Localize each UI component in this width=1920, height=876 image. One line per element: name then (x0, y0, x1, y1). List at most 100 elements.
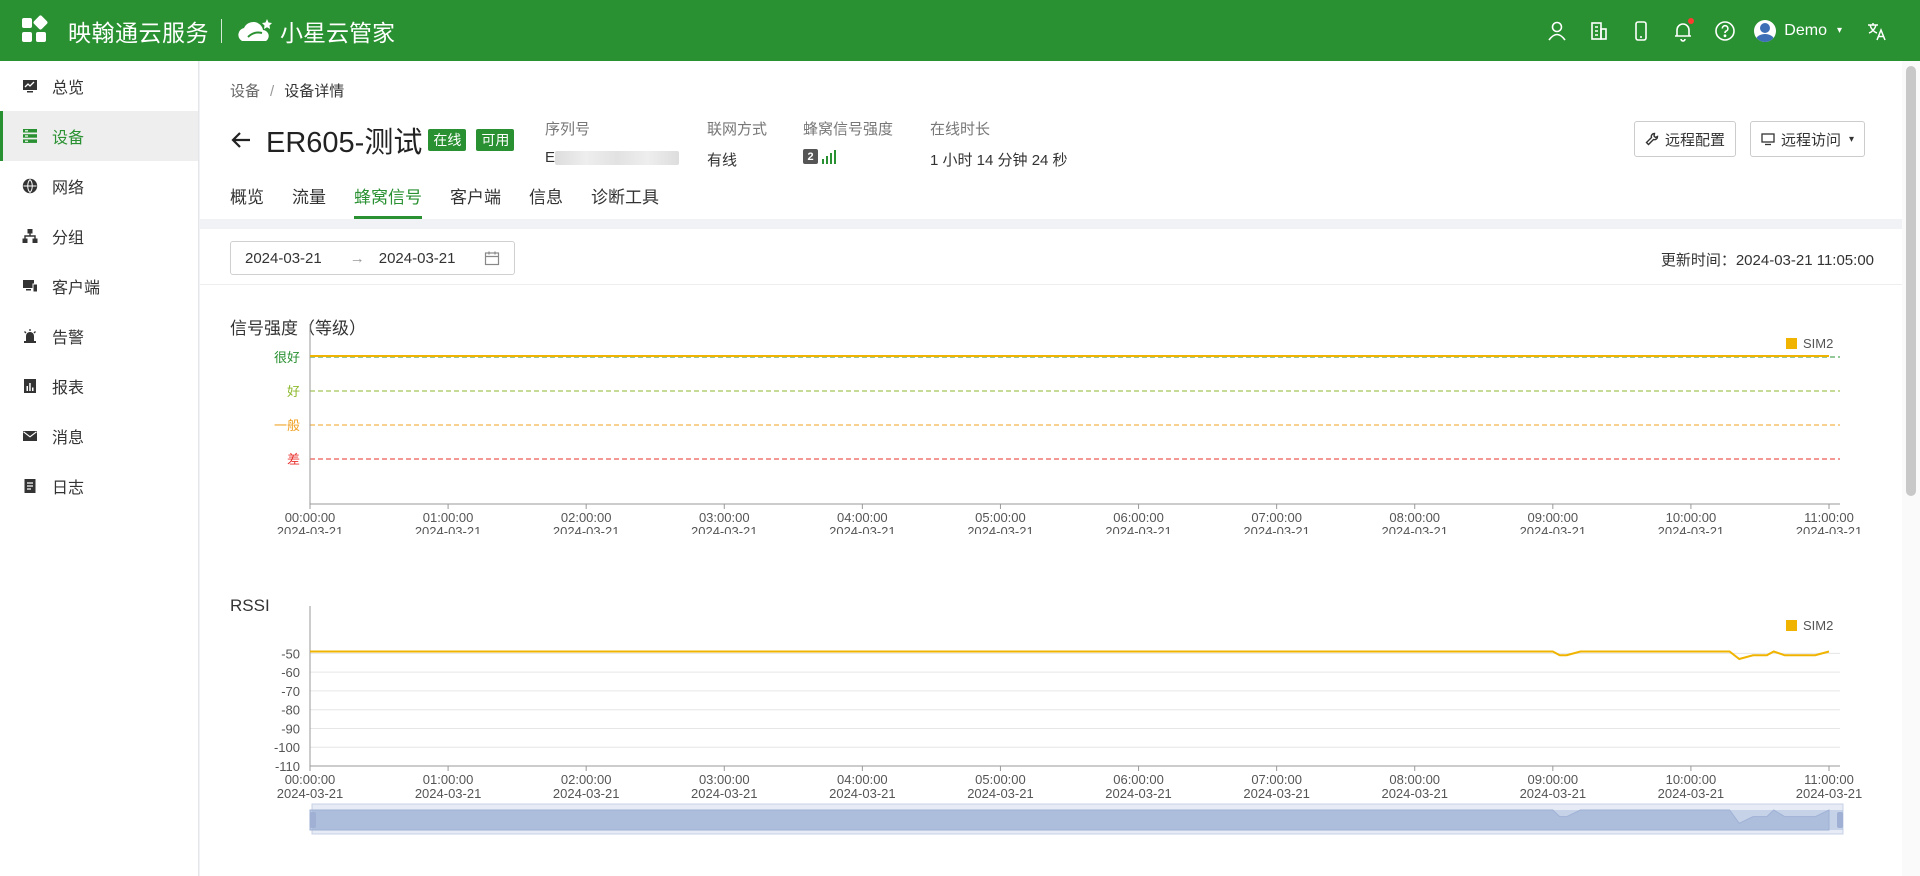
notification-bell-icon[interactable] (1662, 11, 1704, 51)
network-label: 联网方式 (707, 121, 768, 138)
signal-info: 蜂窝信号强度 2 (803, 118, 893, 165)
legend-label: SIM2 (1803, 618, 1833, 633)
user-name: Demo (1784, 21, 1827, 39)
y-tick-label: 很好 (274, 350, 300, 365)
sidebar-item-alarms[interactable]: 告警 (0, 311, 198, 361)
x-tick-date: 2024-03-21 (415, 524, 482, 534)
sidebar: 总览 设备 网络 分组 客户端 告警 报表 消息 日志 (0, 61, 199, 876)
x-tick-date: 2024-03-21 (1520, 786, 1587, 801)
serial-prefix: E (545, 149, 556, 166)
hierarchy-icon (22, 228, 38, 244)
y-tick-label: 差 (287, 452, 300, 467)
x-tick-date: 2024-03-21 (967, 524, 1034, 534)
end-date[interactable]: 2024-03-21 (379, 250, 456, 267)
app-grid-icon[interactable] (22, 14, 49, 44)
x-tick-date: 2024-03-21 (553, 786, 620, 801)
sidebar-item-label: 消息 (52, 430, 85, 447)
main-content: 设备 / 设备详情 ER605-测试 在线 可用 序列号 E 联网方式 有线 蜂窝信… (200, 61, 1902, 876)
network-value: 有线 (707, 152, 738, 169)
signal-strength-icon: 2 (803, 149, 838, 164)
x-tick-date: 2024-03-21 (277, 524, 344, 534)
update-value: 2024-03-21 11:05:00 (1735, 252, 1874, 269)
start-date[interactable]: 2024-03-21 (245, 250, 322, 267)
x-tick-label: 09:00:00 (1528, 510, 1579, 525)
user-menu[interactable]: Demo ▾ (1754, 19, 1842, 42)
mail-icon (22, 428, 38, 444)
uptime-label: 在线时长 (930, 121, 991, 138)
serial-redacted (555, 151, 680, 166)
sidebar-item-label: 告警 (52, 330, 85, 347)
y-tick-label: -50 (281, 646, 300, 661)
x-tick-date: 2024-03-21 (415, 786, 482, 801)
y-tick-label: -60 (281, 665, 300, 680)
x-tick-label: 06:00:00 (1113, 510, 1164, 525)
x-tick-date: 2024-03-21 (967, 786, 1034, 801)
x-tick-label: 07:00:00 (1251, 772, 1302, 787)
breadcrumb: 设备 / 设备详情 (230, 80, 344, 101)
tab-info[interactable]: 信息 (529, 183, 563, 219)
back-arrow-icon[interactable] (230, 129, 252, 151)
tab-bar: 概览 流量 蜂窝信号 客户端 信息 诊断工具 (230, 183, 687, 219)
uptime-value: 1 小时 14 分钟 24 秒 (930, 152, 1068, 169)
remote-access-label: 远程访问 (1781, 131, 1842, 149)
update-time: 更新时间：2024-03-21 11:05:00 (1661, 249, 1874, 270)
sidebar-item-overview[interactable]: 总览 (0, 61, 198, 111)
x-tick-label: 02:00:00 (561, 510, 612, 525)
sidebar-item-messages[interactable]: 消息 (0, 411, 198, 461)
tab-diagnostics[interactable]: 诊断工具 (591, 183, 659, 219)
tab-clients[interactable]: 客户端 (450, 183, 501, 219)
status-badge-online: 在线 (428, 129, 467, 151)
sidebar-item-devices[interactable]: 设备 (0, 111, 198, 161)
tab-cellular-signal[interactable]: 蜂窝信号 (354, 183, 422, 219)
signal-label: 蜂窝信号强度 (803, 121, 894, 138)
filter-toolbar: 2024-03-21 → 2024-03-21 更新时间：2024-03-21 … (200, 229, 1902, 285)
x-tick-date: 2024-03-21 (1658, 786, 1725, 801)
serial-value: E (545, 149, 680, 166)
sidebar-item-label: 总览 (52, 80, 85, 97)
sidebar-item-logs[interactable]: 日志 (0, 461, 198, 511)
x-tick-label: 01:00:00 (423, 510, 474, 525)
remote-access-button[interactable]: 远程访问 ▾ (1750, 121, 1866, 157)
chevron-down-icon: ▾ (1849, 133, 1855, 145)
rssi-chart: -50-60-70-80-90-100-11000:00:002024-03-2… (274, 606, 1862, 835)
zoom-handle-right (1837, 812, 1843, 828)
breadcrumb-root[interactable]: 设备 (230, 83, 260, 100)
network-info: 联网方式 有线 (707, 118, 767, 170)
cloud-logo-icon (238, 18, 272, 41)
date-range-picker[interactable]: 2024-03-21 → 2024-03-21 (230, 241, 515, 275)
sidebar-item-label: 报表 (52, 380, 85, 397)
brand-divider (221, 18, 222, 43)
screen-icon (1761, 133, 1775, 146)
notification-dot (1688, 17, 1695, 24)
sidebar-item-network[interactable]: 网络 (0, 161, 198, 211)
tab-traffic[interactable]: 流量 (292, 183, 326, 219)
mobile-app-icon[interactable] (1620, 11, 1662, 51)
top-bar: 映翰通云服务 小星云管家 Demo ▾ (0, 0, 1920, 61)
remote-config-button[interactable]: 远程配置 (1634, 121, 1737, 157)
tab-overview[interactable]: 概览 (230, 183, 264, 219)
x-tick-date: 2024-03-21 (691, 786, 758, 801)
scrollbar-thumb[interactable] (1906, 66, 1916, 496)
series-line-sim2 (310, 650, 1830, 661)
x-tick-date: 2024-03-21 (1243, 524, 1310, 534)
x-tick-date: 2024-03-21 (829, 786, 896, 801)
x-tick-label: 03:00:00 (699, 510, 750, 525)
x-tick-label: 03:00:00 (699, 772, 750, 787)
help-icon[interactable] (1704, 11, 1746, 51)
organization-icon[interactable] (1578, 11, 1620, 51)
x-tick-date: 2024-03-21 (1658, 524, 1725, 534)
x-tick-label: 01:00:00 (423, 772, 474, 787)
x-tick-label: 05:00:00 (975, 510, 1026, 525)
sidebar-item-clients[interactable]: 客户端 (0, 261, 198, 311)
y-tick-label: 一般 (274, 418, 300, 433)
legend-swatch (1786, 338, 1797, 349)
page-scrollbar[interactable] (1902, 61, 1920, 876)
x-tick-label: 11:00:00 (1804, 510, 1854, 525)
x-tick-label: 05:00:00 (975, 772, 1026, 787)
x-tick-date: 2024-03-21 (553, 524, 620, 534)
x-tick-label: 04:00:00 (837, 772, 888, 787)
language-icon[interactable] (1856, 11, 1898, 51)
user-manage-icon[interactable] (1536, 11, 1578, 51)
sidebar-item-reports[interactable]: 报表 (0, 361, 198, 411)
sidebar-item-groups[interactable]: 分组 (0, 211, 198, 261)
